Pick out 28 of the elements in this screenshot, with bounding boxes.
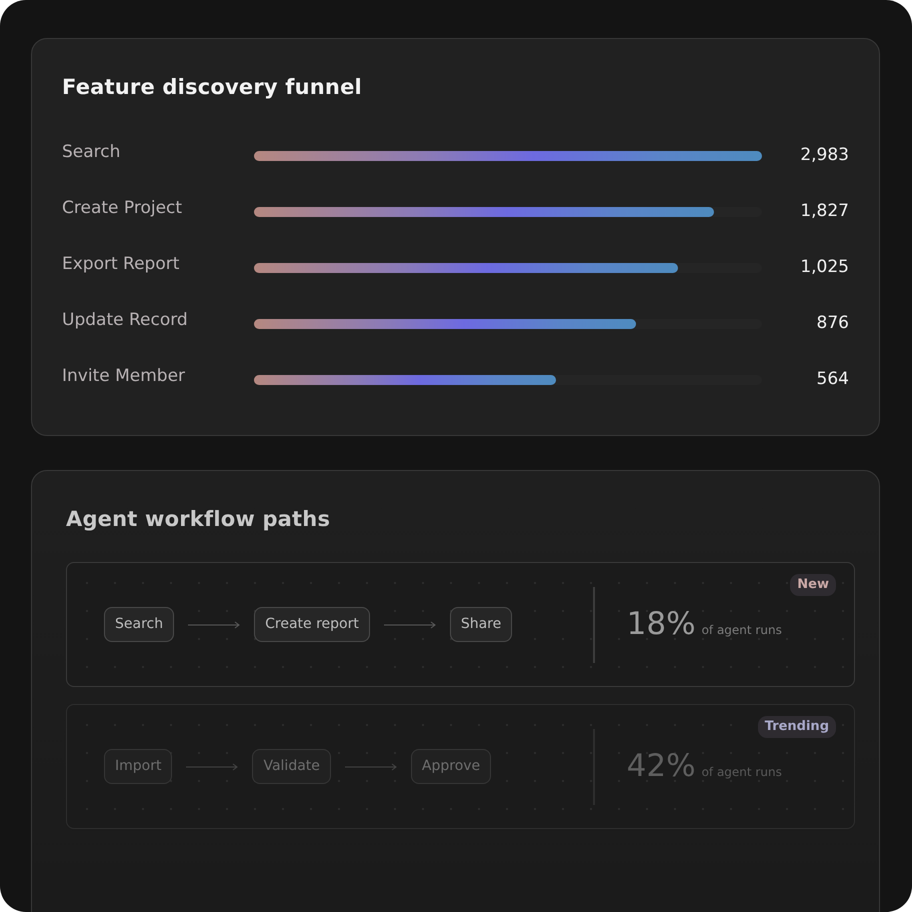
count-value: 1,827	[799, 200, 849, 224]
arrow-icon	[344, 762, 397, 771]
arrow-icon	[384, 620, 436, 629]
step-label: Invite Member	[62, 365, 186, 388]
card-title: Feature discovery funnel	[62, 75, 363, 100]
share-caption: of agent runs	[702, 764, 782, 782]
share-percent: 42%	[626, 747, 696, 786]
card-title: Agent workflow paths	[66, 507, 332, 532]
count-value: 876	[816, 312, 849, 336]
status-tag: Trending	[758, 716, 836, 738]
step-label: Export Report	[62, 253, 180, 276]
status-tag: New	[790, 574, 836, 596]
step-chip: Import	[104, 749, 172, 784]
step-chip: Validate	[252, 749, 331, 784]
count-value: 564	[816, 368, 849, 392]
arrow-icon	[188, 620, 240, 629]
count-value: 1,025	[799, 256, 849, 280]
count-value: 2,983	[799, 144, 849, 168]
step-chip: Create report	[254, 607, 370, 642]
step-chip: Approve	[410, 749, 492, 784]
arrow-icon	[186, 762, 238, 771]
share-percent: 18%	[626, 605, 696, 644]
step-label: Update Record	[62, 309, 189, 332]
step-label: Search	[62, 141, 122, 164]
step-chip: Share	[450, 607, 512, 642]
step-chip: Search	[104, 607, 174, 642]
step-label: Create Project	[62, 197, 184, 220]
share-caption: of agent runs	[702, 622, 782, 640]
